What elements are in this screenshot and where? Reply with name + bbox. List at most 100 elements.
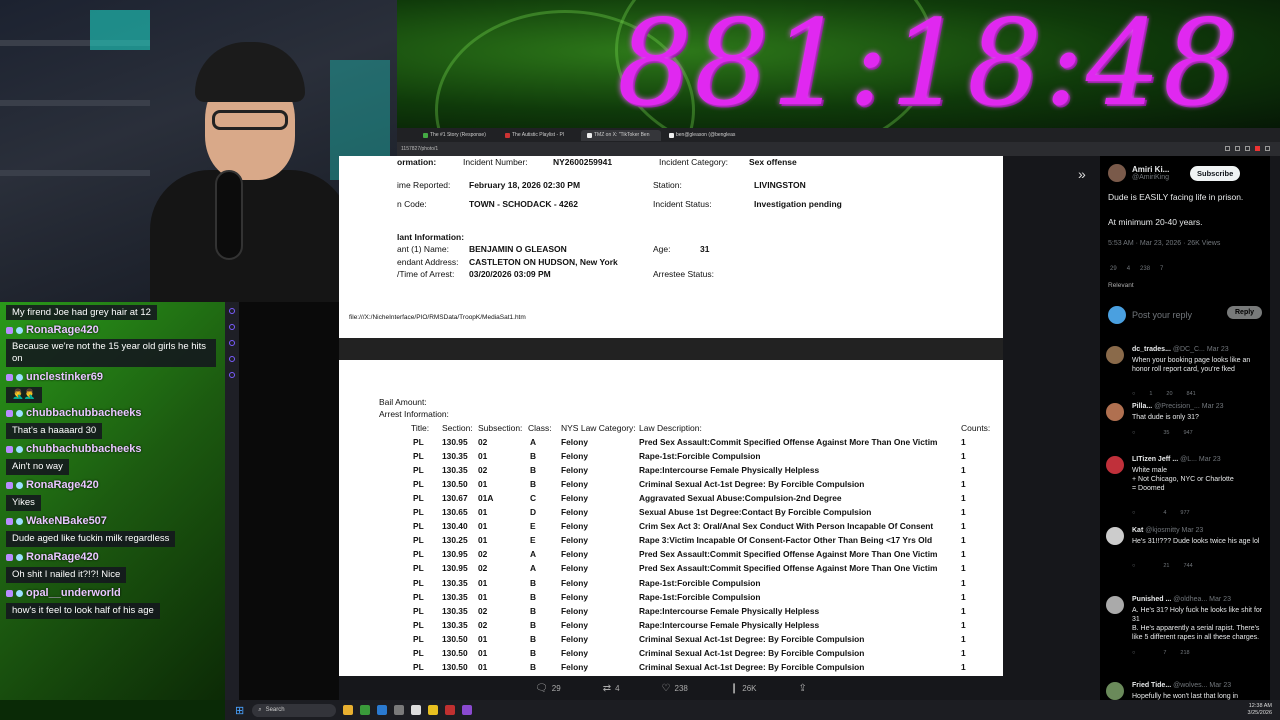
avatar[interactable] xyxy=(1106,596,1124,614)
browser-tab-active[interactable]: TMZ on X: "TikToker Ben xyxy=(581,129,661,141)
chat-username[interactable]: WakeNBake507 xyxy=(26,515,107,527)
incident-status: Investigation pending xyxy=(754,199,842,209)
tab-favicon-icon xyxy=(423,132,428,138)
file-explorer-icon[interactable] xyxy=(343,705,354,715)
avatar[interactable] xyxy=(1106,682,1124,700)
column-header: Section: xyxy=(442,423,473,433)
chat-message: how's it feel to look half of his age xyxy=(6,603,160,619)
toolbar-dot[interactable] xyxy=(229,356,235,362)
extension-icon[interactable] xyxy=(1255,146,1260,151)
post-author[interactable]: Amiri Ki... @AmiriKing xyxy=(1108,164,1169,182)
app-icon[interactable] xyxy=(462,705,473,715)
charge-cell: Felony xyxy=(561,549,588,560)
comment-icon[interactable]: ○ xyxy=(1132,430,1135,436)
like-count[interactable]: 7 xyxy=(1163,650,1166,656)
comment-icon[interactable]: ○ xyxy=(1132,563,1135,569)
bookmark-count[interactable]: 7 xyxy=(1160,266,1163,272)
app-icon[interactable] xyxy=(394,705,405,715)
charge-cell: 1 xyxy=(961,493,966,504)
like-count[interactable]: 238 xyxy=(1140,266,1150,272)
charge-cell: 130.95 xyxy=(442,437,468,447)
reply-author[interactable]: Pilla... @Precision_... Mar 23 xyxy=(1132,403,1224,410)
comment-icon[interactable]: ○ xyxy=(1132,650,1135,656)
view-count[interactable]: 977 xyxy=(1180,510,1189,516)
address-bar[interactable]: 1157827/photo/1 xyxy=(397,142,1280,156)
app-icon[interactable] xyxy=(445,705,456,715)
reply-author[interactable]: Kat @kjosmitty Mar 23 xyxy=(1132,527,1203,534)
reply-composer[interactable]: Post your reply xyxy=(1108,306,1192,324)
edge-icon[interactable] xyxy=(377,705,388,715)
author-name[interactable]: Amiri Ki... xyxy=(1132,165,1169,174)
reply-input[interactable]: Post your reply xyxy=(1132,310,1192,320)
system-clock[interactable]: 12:38 AM 3/25/2026 xyxy=(1248,703,1272,717)
view-count[interactable]: 218 xyxy=(1180,650,1189,656)
like-count[interactable]: 20 xyxy=(1166,391,1172,397)
reply-author[interactable]: LITizen Jeff ... @L... Mar 23 xyxy=(1132,456,1221,463)
browser-tab[interactable]: The Autistic Playlist - Pl xyxy=(499,130,579,141)
chevron-right-icon[interactable]: » xyxy=(1078,166,1086,182)
extension-icon[interactable] xyxy=(1235,146,1240,151)
avatar[interactable] xyxy=(1108,164,1126,182)
charge-cell: 1 xyxy=(961,661,966,672)
reply-action[interactable]: 🗨 29 xyxy=(535,683,561,694)
subscribe-button[interactable]: Subscribe xyxy=(1190,166,1241,181)
view-count[interactable]: 947 xyxy=(1183,430,1192,436)
repost-count[interactable]: 4 xyxy=(1127,266,1130,272)
avatar[interactable] xyxy=(1106,403,1124,421)
view-count[interactable]: 841 xyxy=(1187,391,1196,397)
avatar[interactable] xyxy=(1106,346,1124,364)
extension-icon[interactable] xyxy=(1245,146,1250,151)
repost-count[interactable]: 1 xyxy=(1149,391,1152,397)
reply-author[interactable]: Punished ... @oldhea... Mar 23 xyxy=(1132,596,1231,603)
chat-username[interactable]: RonaRage420 xyxy=(26,479,99,491)
comment-icon[interactable]: ○ xyxy=(1132,510,1135,516)
chat-username[interactable]: RonaRage420 xyxy=(26,551,99,563)
extension-icon[interactable] xyxy=(1225,146,1230,151)
toolbar-dot[interactable] xyxy=(229,340,235,346)
column-header: Counts: xyxy=(961,423,991,433)
chat-username[interactable]: chubbachubbacheeks xyxy=(26,443,142,455)
avatar[interactable] xyxy=(1106,527,1124,545)
charge-cell: Felony xyxy=(561,451,588,462)
browser-tab[interactable]: The #1 Story (Response) xyxy=(417,130,497,141)
chat-username[interactable]: chubbachubbacheeks xyxy=(26,407,142,419)
chat-username[interactable]: opal__underworld xyxy=(26,587,121,599)
repost-action[interactable]: ⇄ 4 xyxy=(603,683,620,694)
reply-text: When your booking page looks like an hon… xyxy=(1132,357,1251,373)
reply-author[interactable]: dc_trades... @DC_C... Mar 23 xyxy=(1132,346,1229,353)
comment-icon[interactable]: ○ xyxy=(1132,391,1135,397)
like-count[interactable]: 21 xyxy=(1163,563,1169,569)
xbox-icon[interactable] xyxy=(360,705,371,715)
obs-icon[interactable] xyxy=(411,705,422,715)
charge-cell: Felony xyxy=(561,521,588,532)
chat-username[interactable]: unclestinker69 xyxy=(26,371,103,383)
reply-button[interactable]: Reply xyxy=(1227,306,1263,319)
author-handle: @AmiriKing xyxy=(1132,174,1170,181)
like-count[interactable]: 35 xyxy=(1163,430,1169,436)
charge-cell: 130.67 xyxy=(442,493,468,504)
like-action[interactable]: ♡ 238 xyxy=(662,683,688,694)
reply-date: Mar 23 xyxy=(1209,682,1232,689)
share-action[interactable]: ⇪ xyxy=(799,683,807,694)
toolbar-dot[interactable] xyxy=(229,324,235,330)
charge-cell: 1 xyxy=(961,507,966,518)
menu-icon[interactable] xyxy=(1265,146,1270,151)
reply-author[interactable]: Fried Tide... @wolves... Mar 23 xyxy=(1132,682,1231,689)
reply-count[interactable]: 29 xyxy=(1110,266,1117,272)
views-action[interactable]: ❙ 26K xyxy=(730,683,757,694)
charge-cell: Felony xyxy=(561,535,588,546)
chat-username[interactable]: RonaRage420 xyxy=(26,324,99,336)
view-count[interactable]: 744 xyxy=(1183,563,1192,569)
avatar[interactable] xyxy=(1106,456,1124,474)
taskbar-search[interactable]: ⌕ Search xyxy=(252,703,337,717)
charge-cell: 130.50 xyxy=(442,479,468,490)
app-icon[interactable] xyxy=(428,705,439,715)
like-count[interactable]: 4 xyxy=(1163,510,1166,516)
chat-message: Because we're not the 15 year old girls … xyxy=(6,339,216,367)
sort-dropdown[interactable]: Relevant xyxy=(1108,282,1134,289)
windows-start-icon[interactable]: ⊞ xyxy=(235,704,244,717)
reply-author-name: Kat xyxy=(1132,527,1144,534)
browser-tab[interactable]: ben@gleason (@bengleas xyxy=(663,130,743,141)
toolbar-dot[interactable] xyxy=(229,372,235,378)
toolbar-dot[interactable] xyxy=(229,308,235,314)
